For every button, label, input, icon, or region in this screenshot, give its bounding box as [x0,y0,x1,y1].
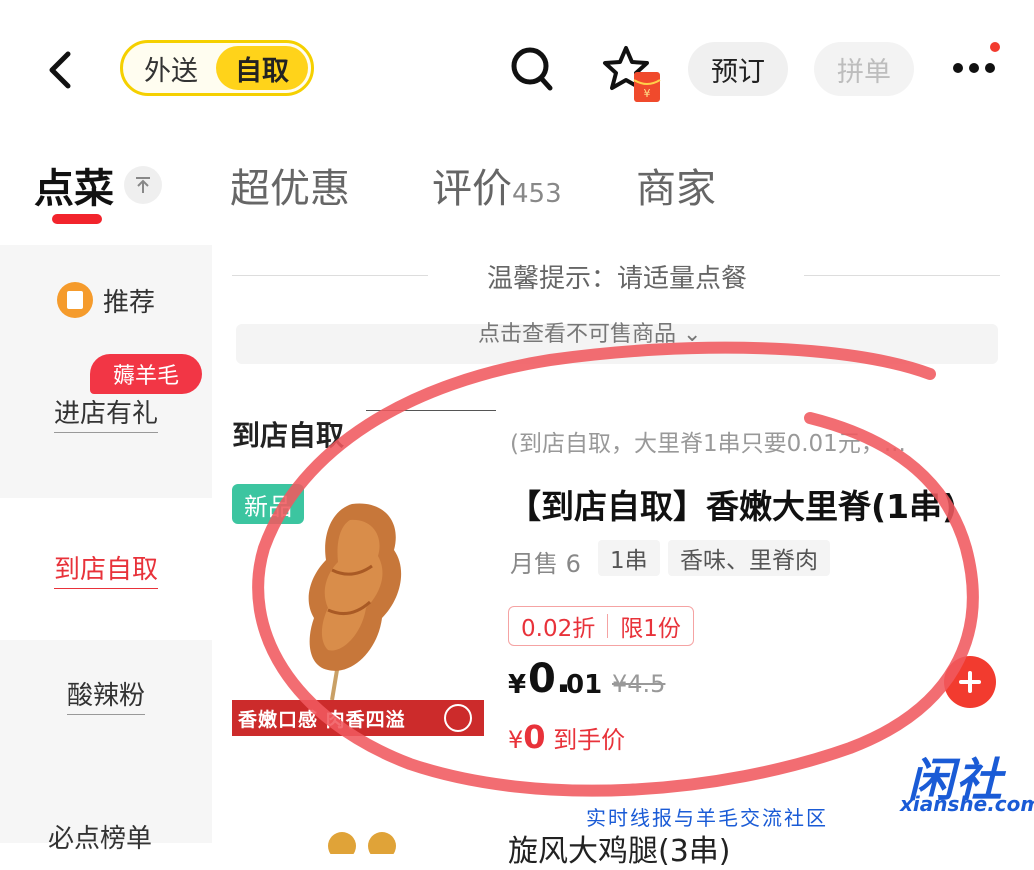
favorite-star-icon: ¥ [603,46,661,102]
section-line [366,410,496,411]
next-product-title[interactable]: 旋风大鸡腿(3串) [508,826,731,870]
red-packet-icon: ¥ [633,72,661,102]
unavailable-items-toggle[interactable]: 点击查看不可售商品 ⌄ [478,316,701,348]
divider [232,275,428,276]
tab-merchant[interactable]: 商家 [636,156,716,214]
original-price: ¥4.5 [612,670,666,698]
reserve-button[interactable]: 预订 [688,42,788,96]
more-button[interactable] [950,58,1000,78]
deal-badge: 薅羊毛 [90,354,202,394]
section-description: (到店自取，大里脊1串只要0.01元，... [510,431,906,457]
tab-order[interactable]: 点菜 [34,156,114,214]
price-integer: 0. [528,656,572,702]
new-badge: 新品 [232,484,304,524]
product-title[interactable]: 【到店自取】香嫩大里脊(1串) [508,480,957,528]
notice-text: 温馨提示：请适量点餐 [486,264,747,294]
tab-reviews[interactable]: 评价453 [432,156,562,214]
sidebar-item-label: 进店有礼 [53,393,158,433]
purchase-limit: 限1份 [620,616,681,642]
pickup-option[interactable]: 自取 [216,46,308,90]
price-decimal: 01 [566,670,603,700]
review-count: 453 [512,179,562,209]
sidebar-item-hot-sour-noodles[interactable]: 酸辣粉 [0,660,212,730]
stamp-icon [444,704,472,732]
active-tab-indicator [52,214,102,224]
svg-text:¥: ¥ [644,87,651,100]
search-button[interactable] [510,46,554,94]
divider [804,275,1000,276]
tab-deals[interactable]: 超优惠 [230,156,350,214]
discount-badge: 0.02折 限1份 [508,606,694,646]
group-order-button[interactable]: 拼单 [814,42,914,96]
sidebar-item-label: 推荐 [102,287,155,318]
search-icon [511,47,553,91]
pin-top-icon[interactable] [124,166,162,204]
chevron-down-icon: ⌄ [683,322,702,347]
back-icon [49,51,71,89]
product-tag: 香味、里脊肉 [668,540,830,576]
favorite-button[interactable]: ¥ [600,44,670,106]
final-price-label: 到手价 [553,726,626,754]
watermark-domain: xianshe.com [900,792,1034,816]
watermark-tagline: 实时线报与羊毛交流社区 [586,806,828,830]
monthly-sales: 月售 6 [510,550,581,578]
unavailable-items-label: 点击查看不可售商品 [478,322,677,347]
section-title: 到店自取 [232,419,345,452]
recommend-icon [56,282,93,318]
more-icon [953,63,995,73]
final-price: ¥0 到手价 [508,718,625,756]
plus-icon [959,671,981,693]
delivery-option[interactable]: 外送 [126,46,216,90]
next-product-image[interactable] [312,824,412,860]
sidebar-item-recommend[interactable]: 推荐 [0,270,212,330]
notification-dot [990,42,1000,52]
sidebar-item-label: 酸辣粉 [66,675,145,715]
delivery-mode-toggle[interactable]: 外送 自取 [120,40,314,96]
final-price-symbol: ¥ [508,726,524,754]
add-to-cart-button[interactable] [944,656,996,708]
product-tag: 1串 [598,540,660,576]
tab-reviews-label: 评价 [432,166,512,212]
final-price-value: 0 [523,718,546,756]
sidebar-item-label: 到店自取 [53,549,158,589]
back-button[interactable] [40,48,80,92]
currency-symbol: ¥ [508,670,527,700]
sidebar-item-pickup[interactable]: 到店自取 [0,498,212,640]
sidebar-item-must-order[interactable]: 必点榜单 [48,818,152,855]
discount-rate: 0.02折 [521,616,596,642]
